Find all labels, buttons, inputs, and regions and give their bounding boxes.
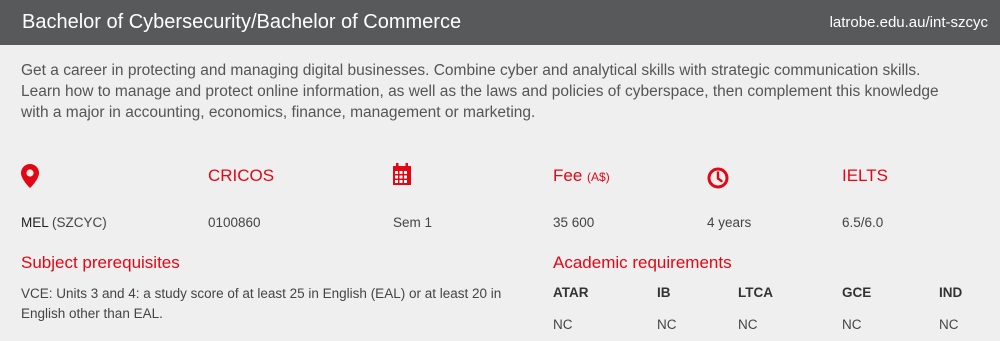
ib-label: IB (657, 285, 671, 300)
ltca-label: LTCA (738, 285, 773, 300)
duration-value: 4 years (707, 215, 752, 230)
fee-value: 35 600 (553, 215, 595, 230)
fee-unit: (A$) (587, 170, 610, 184)
ind-value: NC (939, 317, 959, 332)
campus-code: MEL (21, 215, 49, 230)
gce-label: GCE (842, 285, 872, 300)
calendar-icon (393, 163, 411, 190)
ib-value: NC (657, 317, 677, 332)
cricos-label: CRICOS (208, 166, 275, 185)
fee-label-text: Fee (553, 166, 583, 185)
ind-label: IND (939, 285, 963, 300)
ielts-label: IELTS (842, 166, 888, 185)
intake-value: Sem 1 (393, 215, 433, 230)
course-description: Get a career in protecting and managing … (21, 62, 939, 121)
course-card: Bachelor of Cybersecurity/Bachelor of Co… (0, 0, 1000, 341)
atar-label: ATAR (553, 285, 589, 300)
academic-heading: Academic requirements (553, 253, 732, 272)
ielts-value: 6.5/6.0 (842, 215, 884, 230)
map-pin-icon (21, 164, 39, 193)
cricos-value: 0100860 (208, 215, 261, 230)
fee-label: Fee (A$) (553, 166, 610, 186)
gce-value: NC (842, 317, 862, 332)
atar-value: NC (553, 317, 573, 332)
course-body: Get a career in protecting and managing … (0, 45, 1000, 341)
prerequisites-text: VCE: Units 3 and 4: a study score of at … (21, 286, 502, 321)
course-url[interactable]: latrobe.edu.au/int-szcyc (830, 14, 988, 31)
course-code: (SZCYC) (52, 215, 107, 230)
course-title: Bachelor of Cybersecurity/Bachelor of Co… (22, 11, 462, 33)
course-header: Bachelor of Cybersecurity/Bachelor of Co… (0, 0, 1000, 45)
clock-icon (707, 167, 729, 194)
prerequisites-heading: Subject prerequisites (21, 253, 180, 272)
ltca-value: NC (738, 317, 758, 332)
location-value: MEL (SZCYC) (21, 215, 107, 230)
